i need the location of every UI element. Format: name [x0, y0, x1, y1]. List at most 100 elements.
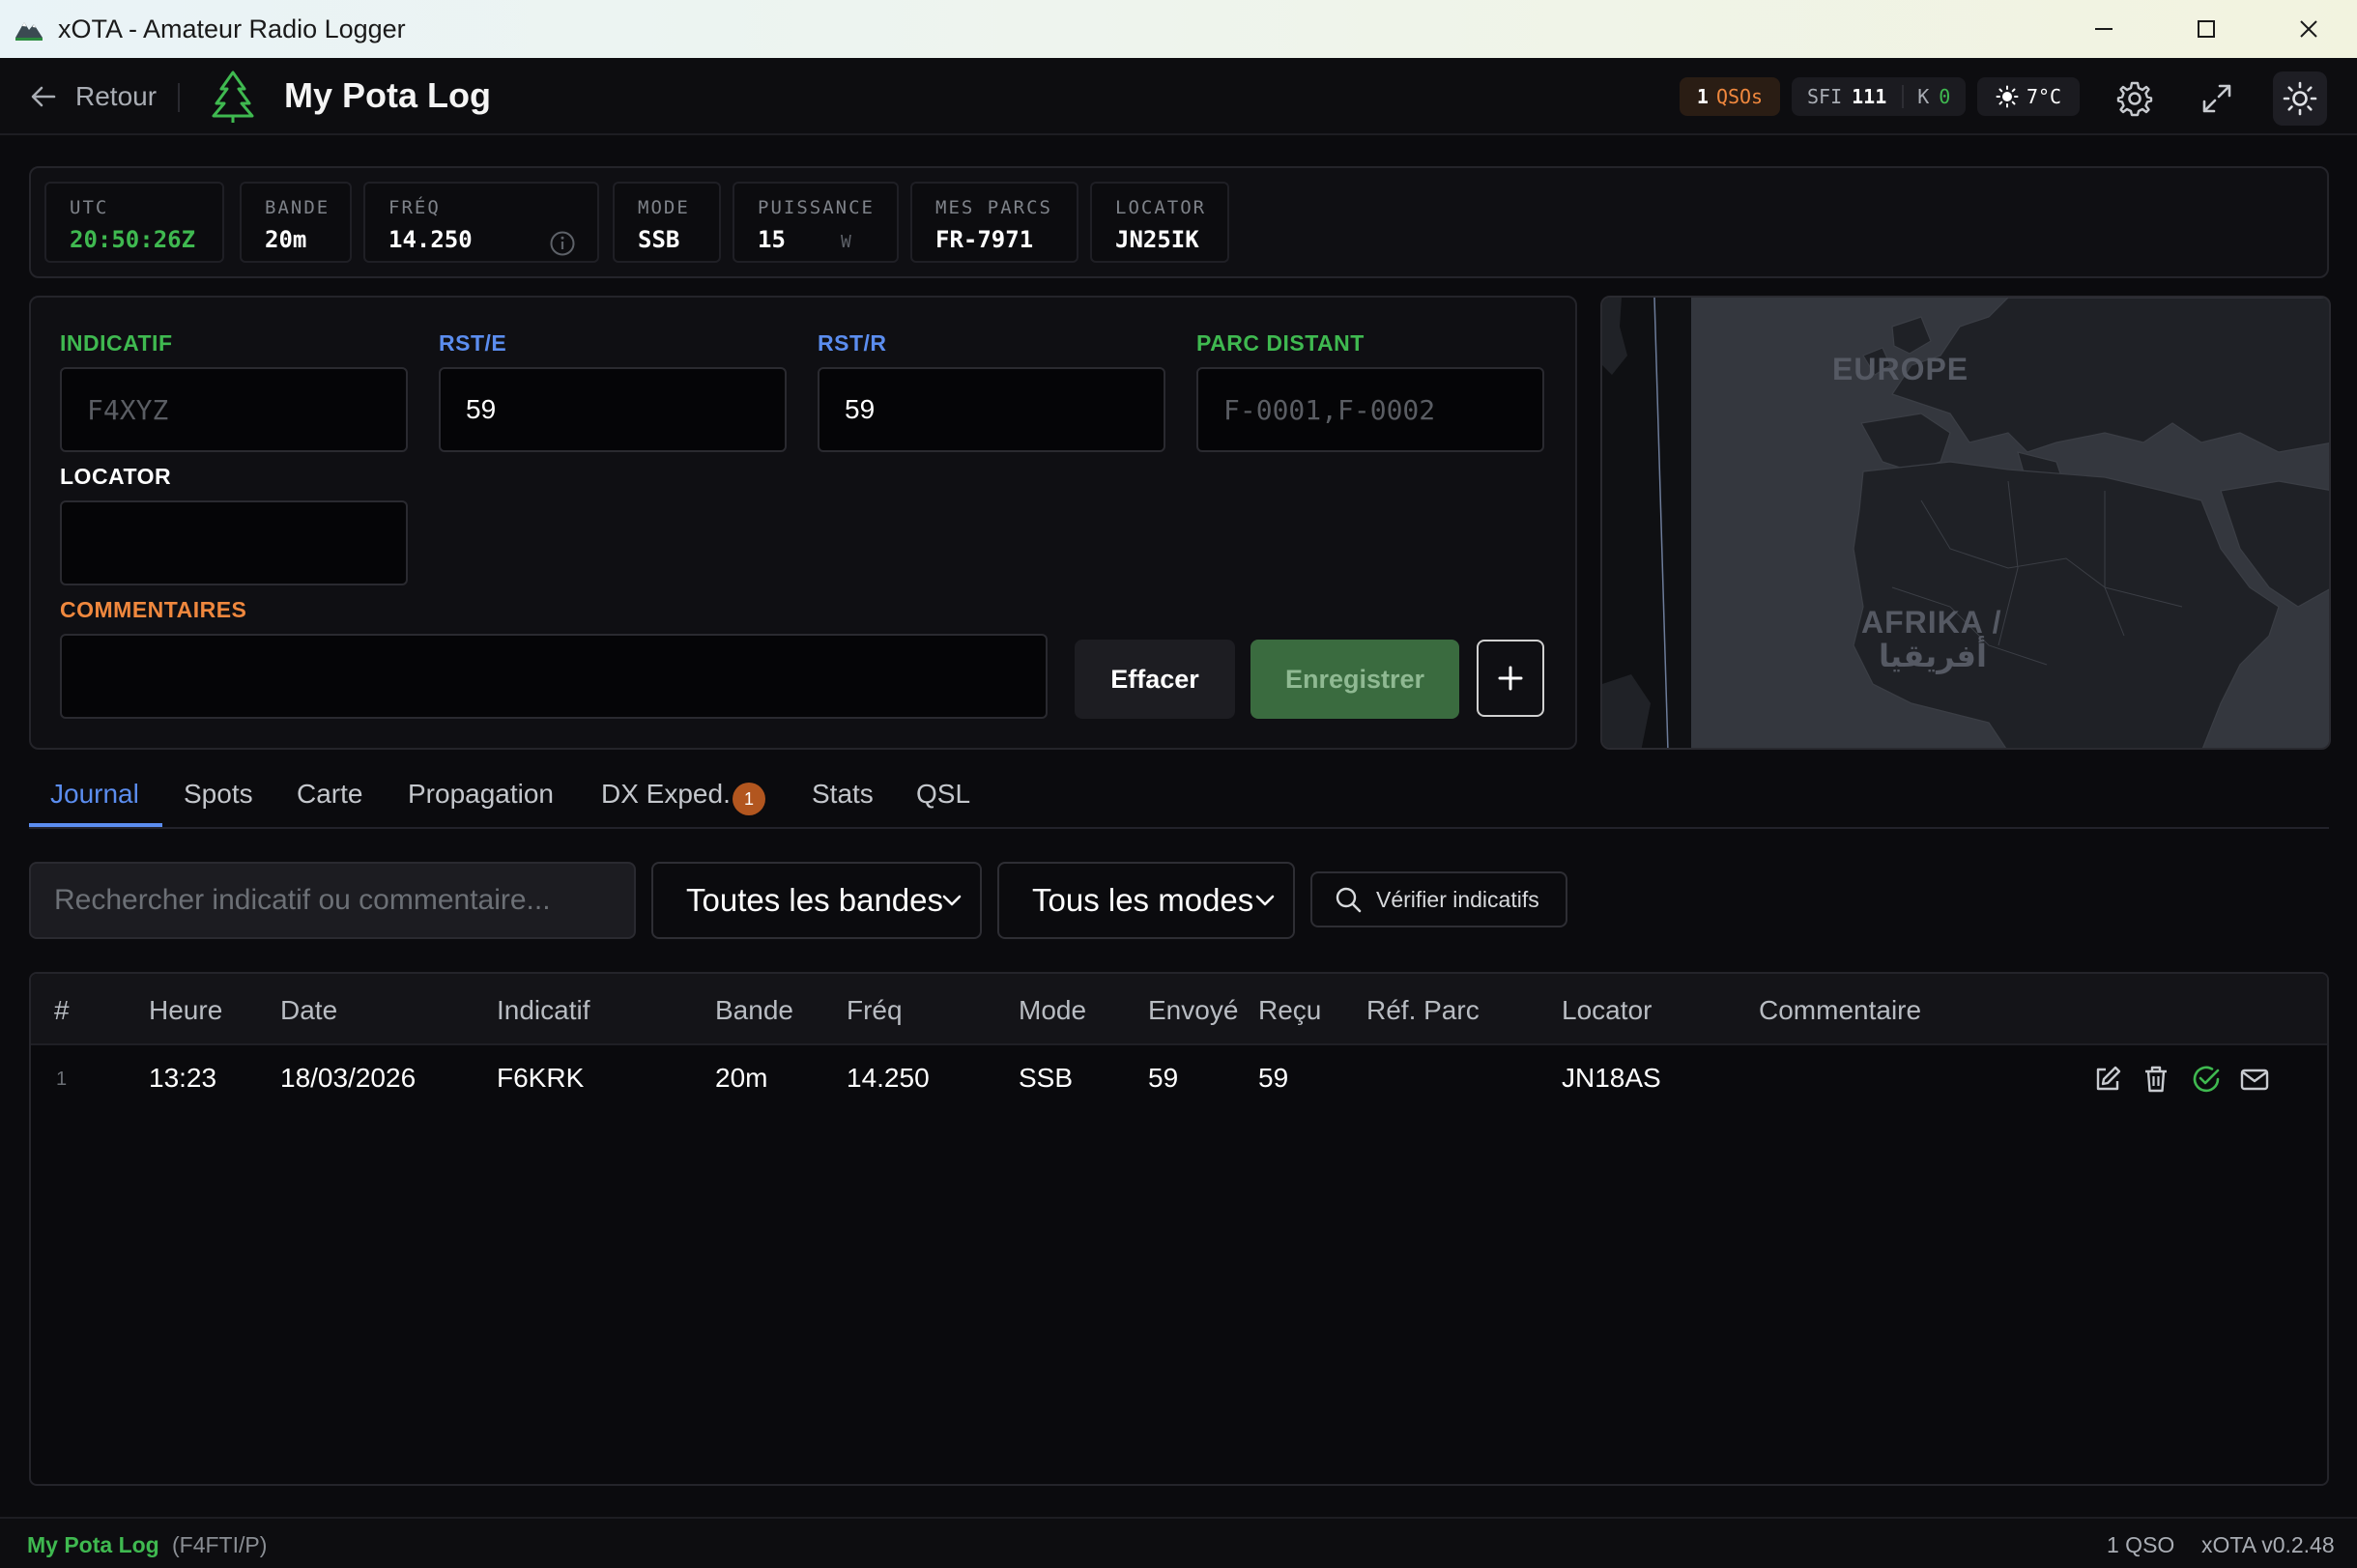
- rst-rcvd-input[interactable]: 59: [818, 367, 1165, 452]
- my-parks-cell[interactable]: MES PARCS FR-7971: [910, 182, 1078, 263]
- qso-count-unit: QSOs: [1715, 85, 1764, 108]
- sfi-label: SFI: [1807, 85, 1843, 108]
- log-title: My Pota Log: [284, 75, 491, 115]
- col-callsign[interactable]: Indicatif: [497, 995, 590, 1026]
- tab-journal[interactable]: Journal: [50, 779, 139, 810]
- back-button[interactable]: Retour: [29, 77, 157, 116]
- callsign-label: INDICATIF: [60, 330, 173, 356]
- window-titlebar: xOTA - Amateur Radio Logger: [0, 0, 2357, 58]
- cell-number: 1: [56, 1069, 68, 1090]
- status-footer: My Pota Log (F4FTI/P) 1 QSO xOTA v0.2.48: [0, 1517, 2357, 1568]
- verify-callsigns-button[interactable]: Vérifier indicatifs: [1310, 871, 1567, 927]
- clear-button[interactable]: Effacer: [1075, 640, 1235, 719]
- maximize-button[interactable]: [2166, 0, 2247, 58]
- gear-icon: [2116, 81, 2153, 117]
- search-icon: [1336, 887, 1362, 913]
- comments-label: COMMENTAIRES: [60, 597, 247, 622]
- app-logo-icon: [15, 22, 43, 41]
- theme-toggle-button[interactable]: [2273, 71, 2327, 126]
- power-value: 15: [758, 226, 786, 253]
- footer-version: xOTA v0.2.48: [2201, 1532, 2335, 1557]
- col-mode[interactable]: Mode: [1019, 995, 1086, 1026]
- add-button[interactable]: [1477, 640, 1544, 717]
- chevron-down-icon: [1255, 895, 1275, 906]
- parks-value: FR-7971: [935, 226, 1034, 253]
- callsign-input[interactable]: F4XYZ: [60, 367, 408, 452]
- tab-qsl[interactable]: QSL: [916, 779, 970, 810]
- col-freq[interactable]: Fréq: [847, 995, 903, 1026]
- tree-icon: [212, 71, 254, 123]
- cell-locator: JN18AS: [1562, 1063, 1661, 1093]
- comments-input[interactable]: [60, 634, 1048, 719]
- window-title: xOTA - Amateur Radio Logger: [58, 14, 406, 43]
- plus-icon: [1498, 666, 1523, 691]
- footer-callsign: (F4FTI/P): [172, 1532, 268, 1557]
- info-icon[interactable]: [549, 230, 576, 257]
- main-tabs: Journal Spots Carte Propagation DX Exped…: [29, 769, 2329, 829]
- locator-input[interactable]: [60, 500, 408, 585]
- band-filter-select[interactable]: Toutes les bandes: [651, 862, 982, 939]
- settings-button[interactable]: [2108, 71, 2162, 126]
- rst-sent-label: RST/E: [439, 330, 507, 356]
- table-header: # Heure Date Indicatif Bande Fréq Mode E…: [31, 974, 2327, 1045]
- tab-propagation[interactable]: Propagation: [408, 779, 554, 810]
- mail-icon[interactable]: [2238, 1063, 2271, 1096]
- col-sent[interactable]: Envoyé: [1148, 995, 1238, 1026]
- map-label-africa: AFRIKA /: [1861, 605, 2002, 640]
- footer-log-name: My Pota Log: [27, 1532, 159, 1557]
- remote-park-input[interactable]: F-0001,F-0002: [1196, 367, 1544, 452]
- active-tab-indicator: [29, 823, 162, 827]
- col-band[interactable]: Bande: [715, 995, 793, 1026]
- check-circle-icon[interactable]: [2190, 1063, 2223, 1096]
- dx-exped-badge: 1: [733, 783, 765, 815]
- k-value: 0: [1939, 85, 1951, 108]
- tab-carte[interactable]: Carte: [297, 779, 362, 810]
- qso-log-table: # Heure Date Indicatif Bande Fréq Mode E…: [29, 972, 2329, 1486]
- sfi-value: 111: [1852, 85, 1887, 108]
- arrow-left-icon: [31, 86, 56, 107]
- cell-band: 20m: [715, 1063, 768, 1093]
- cell-mode: SSB: [1019, 1063, 1074, 1093]
- tab-spots[interactable]: Spots: [184, 779, 253, 810]
- fullscreen-button[interactable]: [2190, 71, 2244, 126]
- locator-label: LOCATOR: [1115, 197, 1207, 218]
- mode-filter-select[interactable]: Tous les modes: [997, 862, 1295, 939]
- col-time[interactable]: Heure: [149, 995, 222, 1026]
- frequency-cell[interactable]: FRÉQ 14.250: [363, 182, 599, 263]
- cell-rcvd: 59: [1258, 1063, 1289, 1093]
- trash-icon[interactable]: [2140, 1063, 2172, 1096]
- col-park-ref[interactable]: Réf. Parc: [1366, 995, 1480, 1026]
- band-label: BANDE: [265, 197, 331, 218]
- band-value: 20m: [265, 226, 307, 253]
- mode-cell[interactable]: MODE SSB: [613, 182, 721, 263]
- col-number[interactable]: #: [54, 995, 70, 1026]
- solar-divider: [1902, 85, 1905, 108]
- band-cell[interactable]: BANDE 20m: [240, 182, 352, 263]
- minimize-button[interactable]: [2063, 0, 2144, 58]
- search-input[interactable]: Rechercher indicatif ou commentaire...: [29, 862, 636, 939]
- rst-sent-input[interactable]: 59: [439, 367, 787, 452]
- save-button[interactable]: Enregistrer: [1250, 640, 1459, 719]
- freq-label: FRÉQ: [388, 197, 441, 218]
- col-locator[interactable]: Locator: [1562, 995, 1652, 1026]
- cell-time: 13:23: [149, 1063, 217, 1093]
- mini-map[interactable]: EUROPE AFRIKA / أفريقيا: [1600, 296, 2331, 750]
- weather-badge: 7°C: [1977, 77, 2080, 116]
- mode-value: SSB: [638, 226, 680, 253]
- parks-label: MES PARCS: [935, 197, 1052, 218]
- footer-qso-count: 1 QSO: [2107, 1532, 2175, 1557]
- col-comment[interactable]: Commentaire: [1759, 995, 1921, 1026]
- utc-label: UTC: [70, 197, 109, 218]
- tab-dx-exped[interactable]: DX Exped.: [601, 779, 731, 810]
- cell-sent: 59: [1148, 1063, 1179, 1093]
- my-locator-cell[interactable]: LOCATOR JN25IK: [1090, 182, 1229, 263]
- power-cell[interactable]: PUISSANCE 15 W: [733, 182, 899, 263]
- col-date[interactable]: Date: [280, 995, 337, 1026]
- station-status-strip: UTC 20:50:26Z BANDE 20m FRÉQ 14.250 MODE…: [29, 166, 2329, 278]
- utc-cell: UTC 20:50:26Z: [44, 182, 224, 263]
- tab-stats[interactable]: Stats: [812, 779, 874, 810]
- col-rcvd[interactable]: Reçu: [1258, 995, 1321, 1026]
- edit-icon[interactable]: [2091, 1063, 2124, 1096]
- qso-count-value: 1: [1696, 85, 1709, 108]
- close-window-button[interactable]: [2268, 0, 2349, 58]
